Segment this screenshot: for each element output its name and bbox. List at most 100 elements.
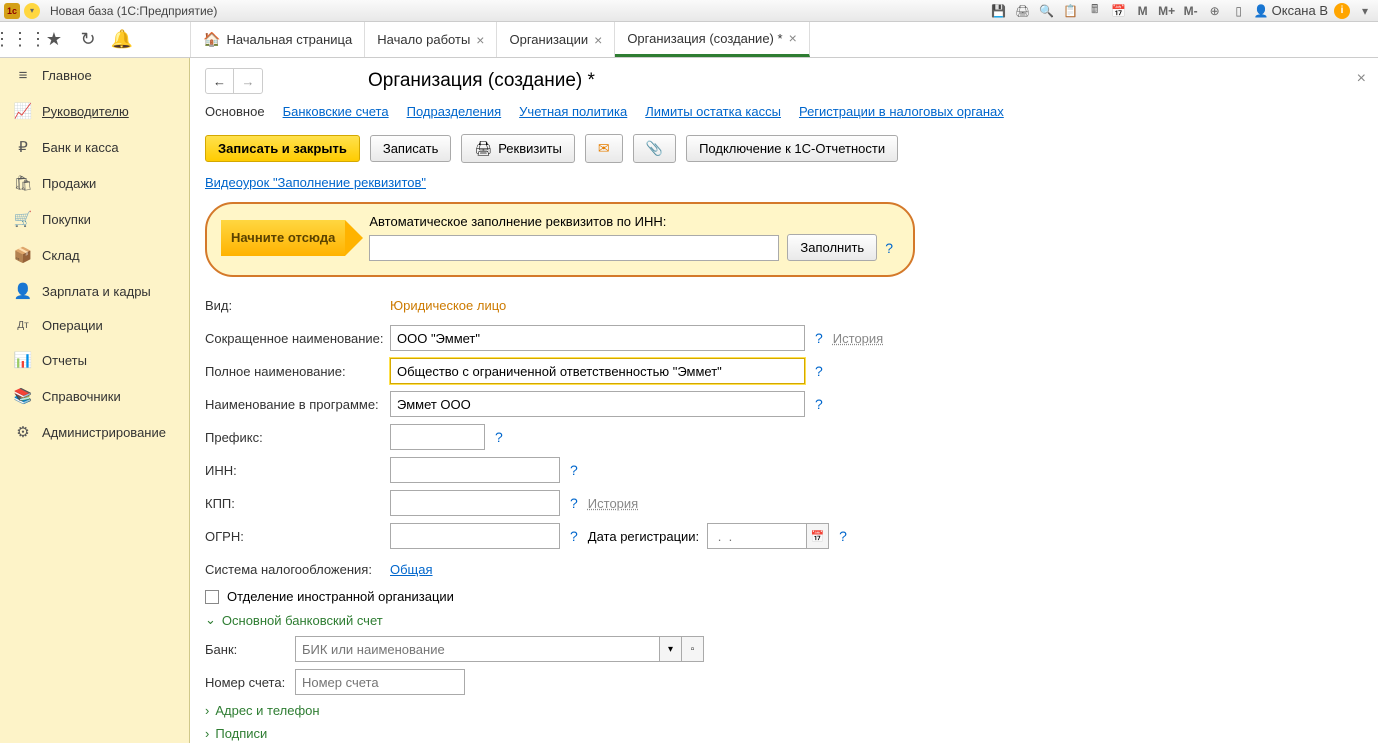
save-close-button[interactable]: Записать и закрыть [205, 135, 360, 162]
close-icon[interactable]: × [789, 30, 797, 46]
home-icon: 🏠 [203, 31, 220, 48]
help-link[interactable]: ? [815, 363, 823, 379]
tab-organization-create[interactable]: Организация (создание) * × [615, 22, 809, 57]
sidebar-item-salary[interactable]: 👤Зарплата и кадры [0, 273, 189, 309]
sidebar-item-manager[interactable]: 📈Руководителю [0, 93, 189, 129]
short-name-input[interactable] [390, 325, 805, 351]
history-icon[interactable]: ↻ [76, 28, 100, 52]
sidebar-item-label: Склад [42, 248, 80, 263]
props-button[interactable]: 🖨Реквизиты [461, 134, 575, 163]
help-icon[interactable]: i [1334, 3, 1350, 19]
inn-input[interactable] [390, 457, 560, 483]
hint-arrow: Начните отсюда [221, 220, 345, 256]
bank-dropdown-button[interactable]: ▾ [660, 636, 682, 662]
help-link[interactable]: ? [815, 396, 823, 412]
inn-autofill-input[interactable] [369, 235, 779, 261]
sidebar-item-main[interactable]: ≡Главное [0, 58, 189, 93]
sidebar-item-operations[interactable]: ДтОперации [0, 309, 189, 342]
tab-getting-started[interactable]: Начало работы × [365, 22, 497, 57]
help-link[interactable]: ? [495, 429, 503, 445]
mail-button[interactable]: ✉ [585, 134, 623, 163]
print-icon[interactable]: 🖨 [1014, 2, 1032, 20]
ogrn-input[interactable] [390, 523, 560, 549]
save-button[interactable]: Записать [370, 135, 452, 162]
bars-icon: 📊 [14, 351, 32, 369]
books-icon: 📚 [14, 387, 32, 405]
foreign-org-checkbox[interactable] [205, 590, 219, 604]
sidebar-item-bank[interactable]: ₽Банк и касса [0, 129, 189, 165]
close-page-button[interactable]: × [1357, 70, 1366, 88]
save-icon[interactable]: 💾 [990, 2, 1008, 20]
help-link[interactable]: ? [839, 528, 847, 544]
subnav-dept[interactable]: Подразделения [407, 104, 502, 119]
signatures-section-toggle[interactable]: › Подписи [205, 726, 1353, 741]
help-link[interactable]: ? [815, 330, 823, 346]
notifications-icon[interactable]: 🔔 [110, 28, 134, 52]
m-icon[interactable]: M [1134, 2, 1152, 20]
close-icon[interactable]: × [476, 32, 484, 48]
prog-name-input[interactable] [390, 391, 805, 417]
panel-icon[interactable]: ▯ [1230, 2, 1248, 20]
sidebar-item-purchases[interactable]: 🛒Покупки [0, 201, 189, 237]
m-minus-icon[interactable]: M- [1182, 2, 1200, 20]
subnav-policy[interactable]: Учетная политика [519, 104, 627, 119]
toolbar-row: ⋮⋮⋮ ★ ↻ 🔔 🏠 Начальная страница Начало ра… [0, 22, 1378, 58]
fill-button[interactable]: Заполнить [787, 234, 877, 261]
m-plus-icon[interactable]: M+ [1158, 2, 1176, 20]
type-value: Юридическое лицо [390, 298, 506, 313]
bank-open-button[interactable]: ▫ [682, 636, 704, 662]
subnav-bank[interactable]: Банковские счета [283, 104, 389, 119]
help-link[interactable]: ? [570, 462, 578, 478]
page-title: Организация (создание) * [368, 70, 595, 92]
history-link[interactable]: История [833, 331, 883, 346]
calc-icon[interactable]: 🖩 [1086, 2, 1104, 20]
foreign-org-label: Отделение иностранной организации [227, 589, 454, 604]
tax-system-link[interactable]: Общая [390, 562, 433, 577]
full-name-input[interactable] [390, 358, 805, 384]
sidebar-item-reports[interactable]: 📊Отчеты [0, 342, 189, 378]
kpp-input[interactable] [390, 490, 560, 516]
paperclip-icon: 📎 [646, 140, 663, 157]
user-name: Оксана В [1272, 3, 1328, 18]
help-link[interactable]: ? [885, 240, 893, 256]
attach-button[interactable]: 📎 [633, 134, 676, 163]
apps-icon[interactable]: ⋮⋮⋮ [8, 28, 32, 52]
preview-icon[interactable]: 🔍 [1038, 2, 1056, 20]
tax-system-label: Система налогообложения: [205, 562, 390, 577]
address-section-toggle[interactable]: › Адрес и телефон [205, 703, 1353, 718]
calendar-icon[interactable]: 📅 [1110, 2, 1128, 20]
favorites-icon[interactable]: ★ [42, 28, 66, 52]
history-link[interactable]: История [588, 496, 638, 511]
back-button[interactable]: ← [206, 69, 234, 93]
tab-organizations[interactable]: Организации × [497, 22, 615, 57]
acct-input[interactable] [295, 669, 465, 695]
sidebar-item-admin[interactable]: ⚙Администрирование [0, 414, 189, 450]
connect-reporting-button[interactable]: Подключение к 1С-Отчетности [686, 135, 898, 162]
zoom-icon[interactable]: ⊕ [1206, 2, 1224, 20]
tab-label: Начальная страница [226, 32, 352, 47]
forward-button[interactable]: → [234, 69, 262, 93]
subnav-main[interactable]: Основное [205, 104, 265, 119]
help-link[interactable]: ? [570, 528, 578, 544]
calendar-button[interactable]: 📅 [807, 523, 829, 549]
video-tutorial-link[interactable]: Видеоурок "Заполнение реквизитов" [205, 175, 426, 190]
sidebar-item-label: Зарплата и кадры [42, 284, 151, 299]
subnav-tax[interactable]: Регистрации в налоговых органах [799, 104, 1004, 119]
help-link[interactable]: ? [570, 495, 578, 511]
prog-name-label: Наименование в программе: [205, 397, 390, 412]
subnav-limits[interactable]: Лимиты остатка кассы [645, 104, 781, 119]
app-menu-dropdown[interactable]: ▾ [24, 3, 40, 19]
more-icon[interactable]: ▾ [1356, 2, 1374, 20]
tab-home[interactable]: 🏠 Начальная страница [190, 22, 365, 57]
sidebar-item-warehouse[interactable]: 📦Склад [0, 237, 189, 273]
bank-input[interactable] [295, 636, 660, 662]
bank-section-toggle[interactable]: ⌄ Основной банковский счет [205, 612, 1353, 628]
tab-label: Начало работы [377, 32, 470, 47]
compare-icon[interactable]: 📋 [1062, 2, 1080, 20]
regdate-input[interactable] [707, 523, 807, 549]
sidebar-item-sales[interactable]: 🛍Продажи [0, 165, 189, 201]
prefix-input[interactable] [390, 424, 485, 450]
sidebar-item-catalogs[interactable]: 📚Справочники [0, 378, 189, 414]
close-icon[interactable]: × [594, 32, 602, 48]
user-display[interactable]: 👤 Оксана В [1254, 3, 1328, 18]
